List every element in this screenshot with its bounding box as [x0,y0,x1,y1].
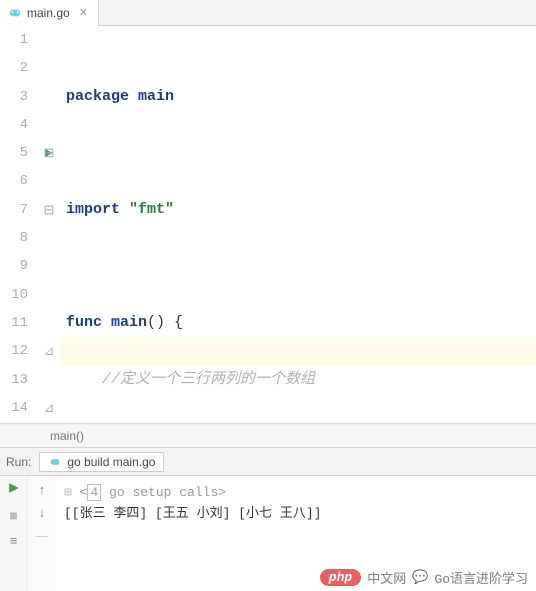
string-literal: "fmt" [129,201,174,218]
folded-region[interactable]: ⊞ <4 go setup calls> [64,482,528,503]
line-number: 8 [0,224,28,252]
watermark-text: Go语言进阶学习 [434,568,528,587]
line-number: 13 [0,366,28,394]
func-name: main [111,314,147,331]
fold-end-icon[interactable]: ⊿ [38,337,60,365]
editor-tab-bar: main.go ✕ [0,0,536,26]
arrow-down-icon[interactable]: ↓ [39,505,46,520]
breadcrumb[interactable]: main() [0,424,536,448]
line-number: 14 [0,394,28,422]
stop-icon[interactable]: ■ [9,507,17,523]
line-number: 12 [0,337,28,365]
fold-end-icon[interactable]: ⊿ [38,394,60,422]
keyword: import [66,201,120,218]
arrow-up-icon[interactable]: ↑ [39,482,46,497]
close-tab-icon[interactable]: ✕ [79,6,88,19]
line-number: 6 [0,167,28,195]
divider: ― [36,528,49,543]
run-config-text: go build main.go [67,455,155,469]
line-number: 4 [0,111,28,139]
line-number: 11 [0,309,28,337]
run-panel-header: Run: go build main.go [0,448,536,476]
package-name: main [138,88,174,105]
watermark-badge: php [320,569,361,586]
breadcrumb-item[interactable]: main() [50,429,84,443]
line-number: 7 [0,196,28,224]
fold-toggle-icon[interactable]: ⊟ [38,139,60,167]
go-file-icon [48,455,62,469]
watermark: php 中文网 💬 Go语言进阶学习 [320,568,528,587]
keyword: package [66,88,129,105]
fold-column: ⊟ ⊟ ⊿ ⊿ [38,26,60,423]
line-number: 10 [0,281,28,309]
run-config-selector[interactable]: go build main.go [39,452,164,472]
syntax: () { [147,314,183,331]
more-lines-icon[interactable]: ≡ [10,533,18,548]
run-toolbar-secondary: ↑ ↓ ― [28,476,56,591]
fold-toggle-icon[interactable]: ⊟ [38,196,60,224]
fold-post: go setup calls> [101,485,226,500]
line-number: 5 [0,139,28,167]
file-tab-main-go[interactable]: main.go ✕ [0,0,99,26]
comment: //定义一个三行两列的一个数组 [102,371,315,388]
program-output: [[张三 李四] [王五 小刘] [小七 王八]] [64,503,528,524]
line-number: 1 [0,26,28,54]
file-tab-title: main.go [27,6,70,20]
code-area[interactable]: package main import "fmt" func main() { … [60,26,536,423]
rerun-icon[interactable] [8,482,20,497]
line-number-gutter: 1 2 3 4 5 6 7 8 9 10 11 12 13 14 [0,26,38,423]
line-number: 2 [0,54,28,82]
line-number: 3 [0,83,28,111]
console-output[interactable]: ⊞ <4 go setup calls> [[张三 李四] [王五 小刘] [小… [56,476,536,591]
run-toolbar-primary: ■ ≡ [0,476,28,591]
fold-count: 4 [87,484,101,501]
keyword: func [66,314,102,331]
current-line-highlight [60,337,536,365]
code-editor[interactable]: 1 2 3 4 5 6 7 8 9 10 11 12 13 14 ⊟ ⊟ ⊿ ⊿… [0,26,536,424]
run-panel: ■ ≡ ↑ ↓ ― ⊞ <4 go setup calls> [[张三 李四] … [0,476,536,591]
go-file-icon [8,6,22,20]
run-panel-title: Run: [6,455,31,469]
watermark-text: 中文网 [367,568,406,587]
line-number: 9 [0,252,28,280]
